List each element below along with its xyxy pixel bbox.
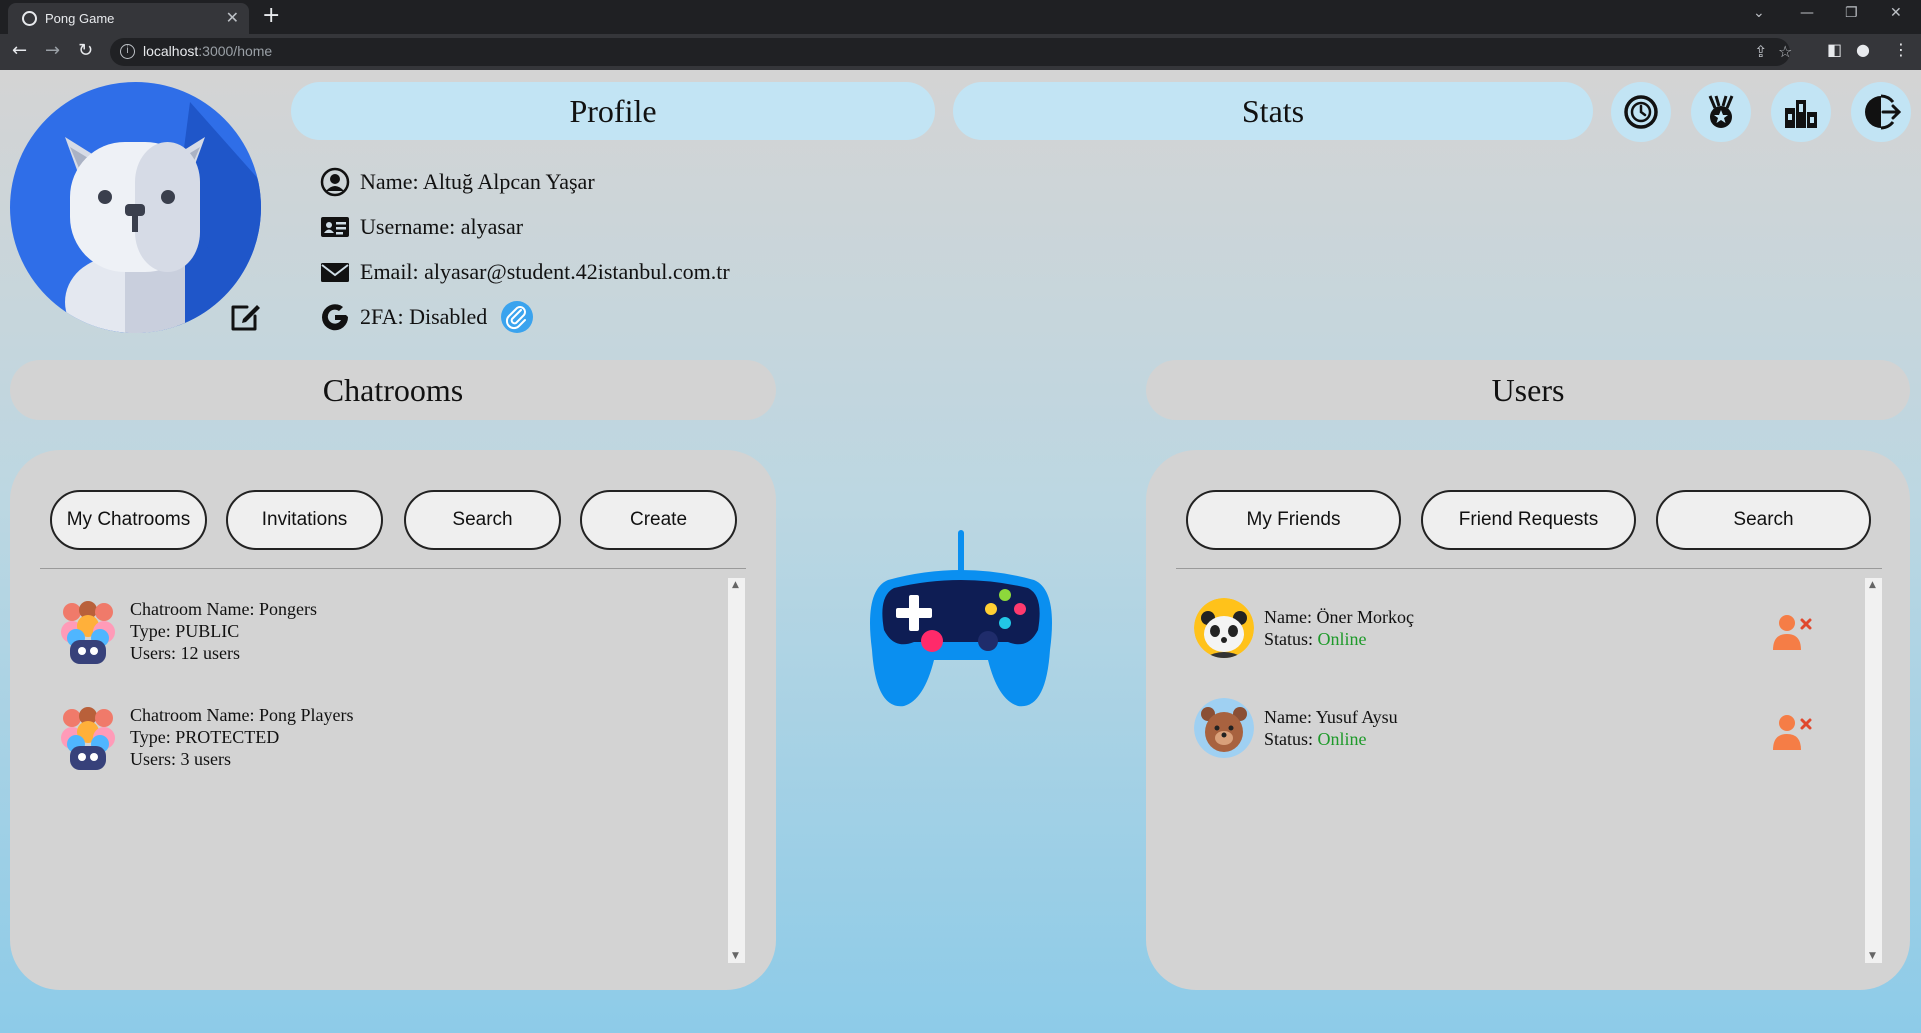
browser-tab-strip: Pong Game ✕ + ⌄ — ❐ ✕ [0, 0, 1921, 34]
create-chatroom-button[interactable]: Create [580, 490, 737, 550]
users-title: Users [1491, 372, 1565, 408]
achievements-icon [1708, 95, 1734, 128]
chatroom-name: Chatroom Name: Pongers [130, 599, 317, 619]
logout-icon [1865, 94, 1901, 130]
tab-close-icon[interactable]: ✕ [226, 8, 239, 28]
window-close-icon[interactable]: ✕ [1890, 5, 1902, 21]
new-tab-icon[interactable]: + [262, 3, 280, 28]
scroll-down-icon[interactable]: ▼ [732, 951, 739, 961]
chatroom-users: Users: 12 users [130, 643, 240, 663]
id-card-icon [321, 217, 349, 237]
google-icon [322, 304, 349, 331]
chatrooms-scrollbar[interactable]: ▲ ▼ [728, 578, 745, 963]
browser-menu-icon[interactable]: ⋮ [1893, 40, 1909, 59]
profile-avatar [10, 82, 261, 333]
tab-title: Pong Game [45, 11, 115, 26]
user-search-button[interactable]: Search [1656, 490, 1871, 550]
remove-friend-button[interactable] [1771, 712, 1815, 752]
my-chatrooms-button[interactable]: My Chatrooms [50, 490, 207, 550]
stats-tab-label: Stats [1241, 93, 1305, 129]
restore-icon[interactable]: ❐ [1845, 5, 1858, 21]
profile-email: Email: alyasar@student.42istanbul.com.tr [360, 259, 730, 284]
online-status-text: Online [1317, 629, 1367, 649]
friend-status: Status: Online [1264, 629, 1367, 649]
forward-icon[interactable]: → [45, 40, 60, 61]
profile-tab-label: Profile [569, 93, 657, 129]
friend-requests-button[interactable]: Friend Requests [1421, 490, 1636, 550]
gamepad-icon [870, 530, 1052, 707]
scroll-up-icon[interactable]: ▲ [1869, 580, 1876, 590]
cat-avatar-icon [65, 102, 261, 333]
scroll-down-icon[interactable]: ▼ [1869, 951, 1876, 961]
profile-icon[interactable]: ● [1856, 40, 1870, 59]
tab-favicon-icon [22, 11, 37, 26]
user-remove-icon [1773, 615, 1812, 650]
chatroom-group-icon [61, 707, 115, 770]
envelope-icon [321, 263, 349, 282]
chatroom-type: Type: PROTECTED [130, 727, 280, 747]
leaderboard-button[interactable] [1771, 82, 1831, 142]
chatroom-name: Chatroom Name: Pong Players [130, 705, 354, 725]
users-header: Users [1146, 360, 1910, 420]
chatroom-users: Users: 3 users [130, 749, 231, 769]
bookmark-star-icon[interactable]: ☆ [1778, 42, 1792, 61]
logout-button[interactable] [1851, 82, 1911, 142]
tab-search-chevron-icon[interactable]: ⌄ [1753, 5, 1765, 21]
chatroom-group-icon [61, 601, 115, 664]
browser-toolbar: ← → ↻ i localhost:3000/home ⇪ ☆ ◧ ● ⋮ [0, 34, 1921, 70]
panda-avatar-icon [1194, 598, 1254, 658]
chatroom-type: Type: PUBLIC [130, 621, 240, 641]
scroll-up-icon[interactable]: ▲ [732, 580, 739, 590]
chatrooms-divider [40, 568, 746, 569]
profile-username: Username: alyasar [360, 214, 524, 239]
friend-name: Name: Öner Morkoç [1264, 607, 1414, 627]
invitations-button[interactable]: Invitations [226, 490, 383, 550]
browser-tab[interactable]: Pong Game ✕ [8, 3, 249, 34]
chatroom-search-button[interactable]: Search [404, 490, 561, 550]
minimize-icon[interactable]: — [1800, 5, 1814, 21]
paperclip-icon [505, 306, 526, 330]
url-text: localhost:3000/home [143, 43, 273, 59]
friend-status: Status: Online [1264, 729, 1367, 749]
chatrooms-title: Chatrooms [322, 372, 464, 408]
profile-2fa-status: 2FA: Disabled [360, 304, 488, 329]
bear-avatar-icon [1194, 698, 1254, 758]
leaderboard-icon [1785, 100, 1817, 128]
users-panel: My Friends Friend Requests Search Name: … [1146, 450, 1910, 990]
enable-2fa-button[interactable] [501, 301, 533, 333]
chatrooms-panel: My Chatrooms Invitations Search Create C… [10, 450, 776, 990]
my-friends-button[interactable]: My Friends [1186, 490, 1401, 550]
site-info-icon[interactable]: i [120, 44, 135, 59]
history-button[interactable] [1611, 82, 1671, 142]
address-bar[interactable]: i localhost:3000/home ⇪ ☆ [110, 38, 1792, 66]
back-icon[interactable]: ← [12, 40, 27, 61]
users-scrollbar[interactable]: ▲ ▼ [1865, 578, 1882, 963]
reload-icon[interactable]: ↻ [78, 40, 93, 61]
friend-avatar [1194, 598, 1254, 658]
remove-friend-button[interactable] [1771, 612, 1815, 652]
share-icon[interactable]: ⇪ [1754, 42, 1767, 61]
user-remove-icon [1773, 715, 1812, 750]
edit-avatar-icon[interactable] [229, 299, 263, 333]
achievements-button[interactable] [1691, 82, 1751, 142]
chatrooms-header: Chatrooms [10, 360, 776, 420]
user-circle-icon [320, 167, 350, 197]
page: Profile Stats Name: Altuğ Alpcan Yaşar U… [0, 70, 1921, 1033]
profile-tab-button[interactable]: Profile [291, 82, 935, 140]
online-status-text: Online [1317, 729, 1367, 749]
friend-avatar [1194, 698, 1254, 758]
profile-name: Name: Altuğ Alpcan Yaşar [360, 169, 595, 194]
users-divider [1176, 568, 1882, 569]
side-panel-icon[interactable]: ◧ [1827, 40, 1842, 59]
history-icon [1624, 95, 1658, 129]
friend-name: Name: Yusuf Aysu [1264, 707, 1398, 727]
stats-tab-button[interactable]: Stats [953, 82, 1593, 140]
